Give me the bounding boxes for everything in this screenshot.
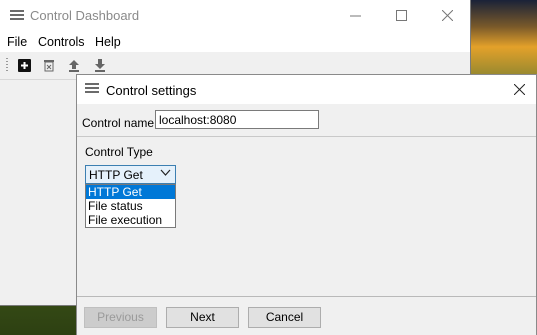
cancel-button[interactable]: Cancel bbox=[248, 307, 321, 328]
option-file-execution[interactable]: File execution bbox=[86, 213, 175, 227]
previous-button[interactable]: Previous bbox=[84, 307, 157, 328]
control-name-label: Control name: bbox=[82, 116, 158, 130]
control-name-panel: Control name: bbox=[77, 104, 536, 137]
next-button[interactable]: Next bbox=[166, 307, 239, 328]
add-icon bbox=[17, 58, 31, 72]
control-type-label: Control Type bbox=[85, 145, 153, 159]
menu-help[interactable]: Help bbox=[95, 35, 121, 49]
delete-icon bbox=[44, 59, 54, 71]
upload-button[interactable] bbox=[67, 58, 81, 72]
minimize-icon bbox=[349, 15, 361, 17]
dialog-button-bar: Previous Next Cancel bbox=[77, 296, 536, 335]
close-icon bbox=[441, 10, 453, 21]
download-icon bbox=[95, 58, 105, 72]
close-icon bbox=[513, 84, 525, 95]
menu-file[interactable]: File bbox=[7, 35, 27, 49]
maximize-button[interactable] bbox=[378, 0, 424, 31]
dialog-titlebar[interactable]: Control settings bbox=[77, 75, 536, 104]
minimize-button[interactable] bbox=[332, 0, 378, 31]
dialog-close-button[interactable] bbox=[502, 75, 536, 104]
chevron-down-icon bbox=[160, 169, 171, 176]
menu-bar: File Controls Help bbox=[0, 31, 470, 52]
window-title: Control Dashboard bbox=[30, 8, 140, 23]
control-type-dropdown[interactable]: HTTP Get bbox=[85, 165, 176, 184]
app-icon bbox=[10, 10, 24, 21]
close-button[interactable] bbox=[424, 0, 470, 31]
delete-button[interactable] bbox=[42, 58, 56, 72]
control-settings-dialog: Control settings Control name: Control T… bbox=[76, 74, 537, 335]
maximize-icon bbox=[395, 10, 407, 21]
dialog-title: Control settings bbox=[106, 83, 197, 98]
main-titlebar[interactable]: Control Dashboard bbox=[0, 0, 470, 31]
control-type-selected-value: HTTP Get bbox=[89, 168, 143, 182]
option-http-get[interactable]: HTTP Get bbox=[86, 185, 175, 199]
add-button[interactable] bbox=[17, 58, 31, 72]
option-file-status[interactable]: File status bbox=[86, 199, 175, 213]
control-name-input[interactable] bbox=[155, 110, 319, 129]
upload-icon bbox=[69, 59, 79, 72]
control-type-options-list: HTTP Get File status File execution bbox=[85, 184, 176, 228]
dialog-app-icon bbox=[85, 83, 99, 94]
toolbar-grip[interactable] bbox=[6, 58, 8, 72]
menu-controls[interactable]: Controls bbox=[38, 35, 85, 49]
download-button[interactable] bbox=[93, 58, 107, 72]
